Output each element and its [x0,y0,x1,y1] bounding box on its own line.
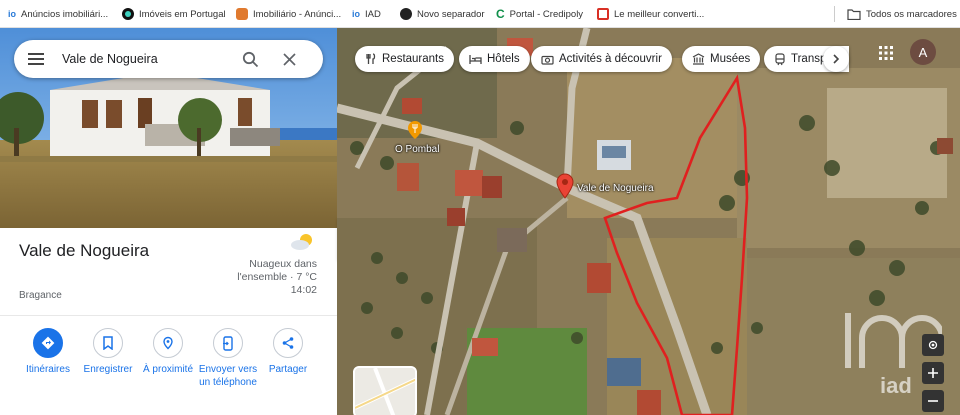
chip-activities[interactable]: Activités à découvrir [531,46,672,72]
bookmark-item[interactable]: C Portal - Credipoly [496,0,583,28]
bookmarks-divider [834,6,835,22]
bookmark-item[interactable]: Novo separador [400,0,485,28]
iad-icon: io [8,9,16,19]
weather-temperature: l'ensemble · 7 °C [237,271,317,283]
bookmarks-bar: io Anúncios imobiliári... Imóveis em Por… [0,0,960,28]
send-to-phone-icon [213,328,243,358]
place-region: Bragance [19,290,62,301]
my-location-icon [928,340,938,350]
folder-icon [847,8,861,20]
bookmark-folder-label: Todos os marcadores [866,8,957,20]
bookmark-item[interactable]: io IAD [352,0,381,28]
location-button[interactable] [922,334,944,356]
watermark-text: iad [880,373,912,398]
chip-museums[interactable]: Musées [682,46,761,72]
credipoly-icon: C [496,7,505,21]
bookmark-icon [93,328,123,358]
search-input[interactable] [62,52,232,66]
all-bookmarks-folder[interactable]: Todos os marcadores [847,0,957,28]
chip-label: Hôtels [487,53,520,65]
chip-restaurants[interactable]: Restaurants [355,46,455,72]
google-apps-icon[interactable] [878,45,894,61]
zoom-out-button[interactable] [922,390,944,412]
bookmark-label: Imóveis em Portugal [139,8,226,20]
weather-widget: Nuageux dans l'ensemble · 7 °C 14:02 [237,234,317,297]
share-label: Partager [268,364,308,375]
imoveis-icon [122,8,134,20]
close-icon[interactable] [283,52,296,66]
partly-cloudy-icon [291,234,312,250]
camera-icon [541,55,554,65]
restaurant-icon [366,53,376,64]
avatar-letter: A [918,44,928,60]
pin-label[interactable]: Vale de Nogueira [577,183,654,194]
museum-icon [692,53,705,65]
bookmark-label: Portal - Credipoly [509,8,584,20]
search-box[interactable] [14,40,323,78]
bookmark-item[interactable]: Imobiliário - Anúnci... [236,0,341,28]
converter-icon [597,8,609,20]
bookmark-label: Novo separador [417,8,485,20]
bookmark-item[interactable]: Le meilleur converti... [597,0,704,28]
send-to-phone-label-line2: un téléphone [199,377,257,388]
divider [0,315,337,316]
bookmark-label: Le meilleur converti... [614,8,705,20]
map-layer-thumbnail [355,368,415,415]
chip-hotels[interactable]: Hôtels [459,46,530,72]
chip-label: Activités à découvrir [559,53,662,65]
search-icon[interactable] [242,51,259,68]
nearby-icon [153,328,183,358]
bookmark-label: Anúncios imobiliári... [21,8,109,20]
iad-icon: io [352,9,360,19]
zoom-in-button[interactable] [922,362,944,384]
house-box-icon [236,8,248,20]
weather-condition: Nuageux dans [249,258,317,270]
restaurant-pin-icon[interactable] [407,120,423,140]
chip-label: Musées [710,53,751,65]
share-button[interactable]: Partager [253,328,323,376]
place-title: Vale de Nogueira [19,241,150,260]
hotel-bed-icon [469,54,482,64]
weather-time: 14:02 [290,284,317,296]
globe-icon [400,8,412,20]
bookmark-item[interactable]: io Anúncios imobiliári... [8,0,108,28]
minus-icon [928,400,938,402]
bookmark-item[interactable]: Imóveis em Portugal [122,0,226,28]
menu-icon[interactable] [28,53,44,65]
avatar[interactable]: A [910,39,936,65]
send-to-phone-label-line1: Envoyer vers [198,364,258,375]
plus-icon [928,368,938,378]
satellite-map[interactable]: Vale de Nogueira O Pombal Restaurants Hô… [337,28,960,415]
bookmark-label: IAD [365,8,381,20]
layers-toggle[interactable] [353,366,417,415]
chip-label: Transp [791,53,827,65]
poi-label[interactable]: O Pombal [395,144,439,155]
chips-next-button[interactable] [823,46,849,72]
chevron-right-icon [833,54,840,64]
location-pin-icon[interactable] [556,173,574,199]
transit-icon [775,52,785,65]
directions-icon [33,328,63,358]
place-panel: Vale de Nogueira Bragance Nuageux dans l… [0,28,337,415]
bookmark-label: Imobiliário - Anúnci... [253,8,342,20]
share-icon [273,328,303,358]
chip-label: Restaurants [382,53,445,65]
